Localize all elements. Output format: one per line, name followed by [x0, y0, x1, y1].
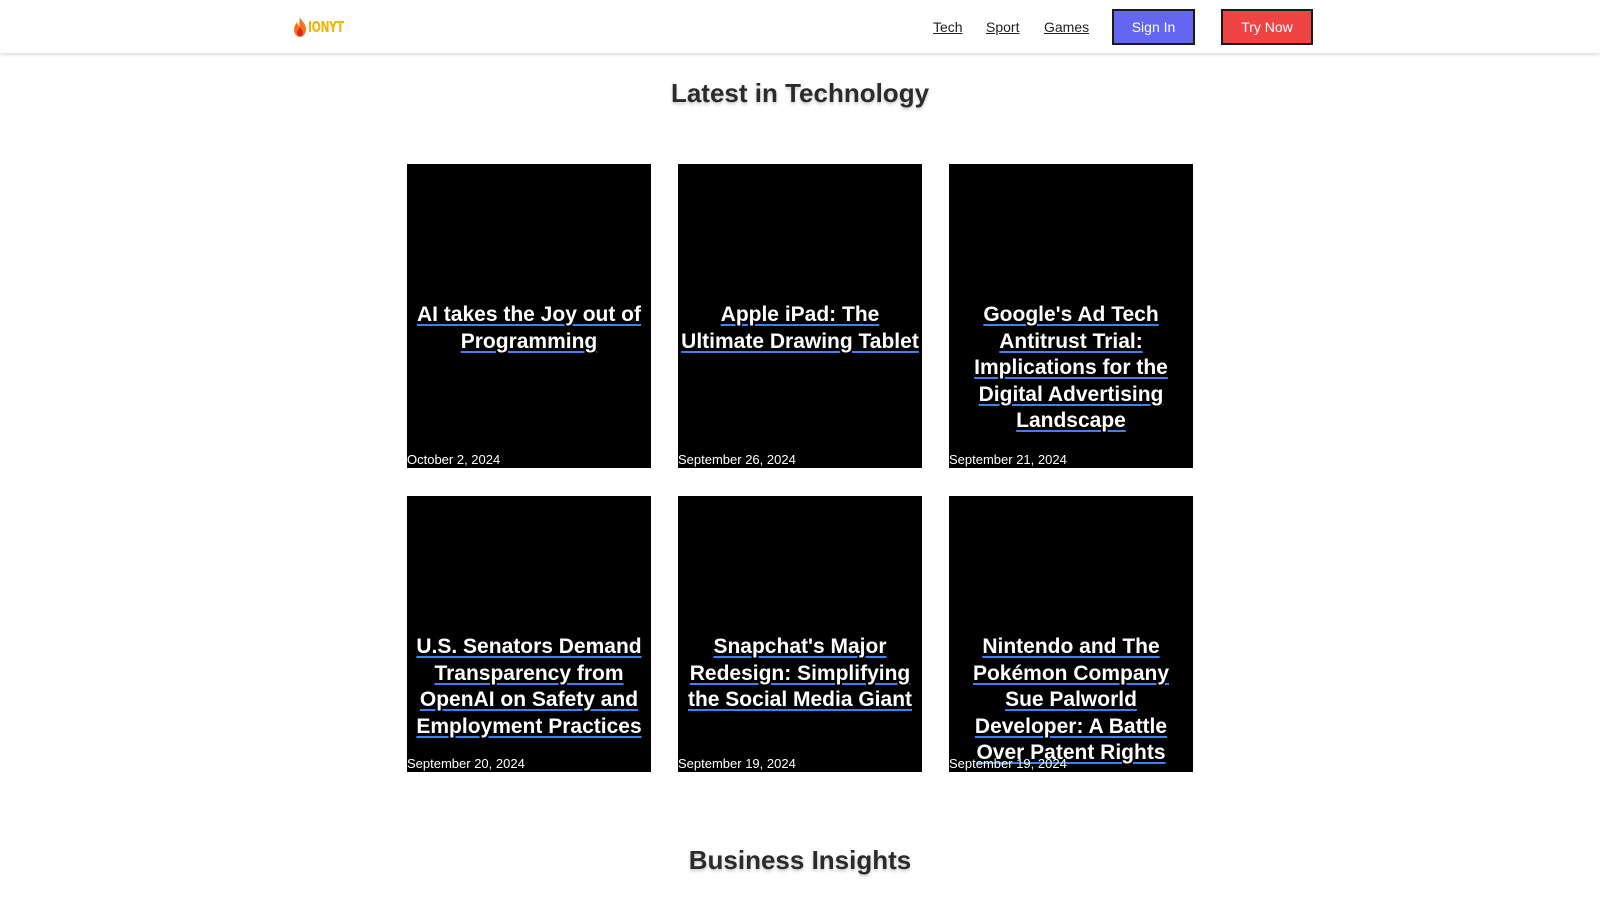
- article-title-link[interactable]: Nintendo and The Pokémon Company Sue Pal…: [949, 634, 1193, 767]
- section-title-technology: Latest in Technology: [670, 78, 930, 108]
- article-card[interactable]: U.S. Senators Demand Transparency from O…: [407, 496, 651, 772]
- nav-item-games[interactable]: Games: [1044, 0, 1089, 53]
- try-now-button[interactable]: Try Now: [1221, 9, 1313, 45]
- site-logo[interactable]: IONYT: [293, 16, 357, 38]
- article-title-link[interactable]: Google's Ad Tech Antitrust Trial: Implic…: [949, 302, 1193, 435]
- article-date: September 19, 2024: [678, 756, 796, 771]
- article-card[interactable]: AI takes the Joy out of Programming Octo…: [407, 164, 651, 468]
- article-date: October 2, 2024: [407, 452, 501, 467]
- article-date: September 21, 2024: [949, 452, 1067, 467]
- article-date: September 20, 2024: [407, 756, 525, 771]
- article-card[interactable]: Google's Ad Tech Antitrust Trial: Implic…: [949, 164, 1193, 468]
- top-navbar: IONYT Tech Sport Games Sign In Try Now: [0, 0, 1600, 53]
- article-card[interactable]: Apple iPad: The Ultimate Drawing Tablet …: [678, 164, 922, 468]
- nav-link-games[interactable]: Games: [1044, 19, 1089, 35]
- article-card[interactable]: Nintendo and The Pokémon Company Sue Pal…: [949, 496, 1193, 772]
- nav-item-sport[interactable]: Sport: [986, 0, 1019, 53]
- section-title-business: Business Insights: [688, 845, 912, 875]
- article-title-link[interactable]: U.S. Senators Demand Transparency from O…: [407, 634, 651, 740]
- article-title-link[interactable]: Snapchat's Major Redesign: Simplifying t…: [678, 634, 922, 714]
- article-title-link[interactable]: AI takes the Joy out of Programming: [407, 302, 651, 355]
- sign-in-button[interactable]: Sign In: [1112, 9, 1195, 45]
- article-date: September 26, 2024: [678, 452, 796, 467]
- article-title-link[interactable]: Apple iPad: The Ultimate Drawing Tablet: [678, 302, 922, 355]
- flame-icon: [294, 17, 306, 37]
- article-date: September 19, 2024: [949, 756, 1067, 771]
- article-card[interactable]: Snapchat's Major Redesign: Simplifying t…: [678, 496, 922, 772]
- logo-wordmark: IONYT: [308, 18, 344, 36]
- nav-link-tech[interactable]: Tech: [933, 19, 963, 35]
- nav-item-tech[interactable]: Tech: [933, 0, 963, 53]
- nav-link-sport[interactable]: Sport: [986, 19, 1019, 35]
